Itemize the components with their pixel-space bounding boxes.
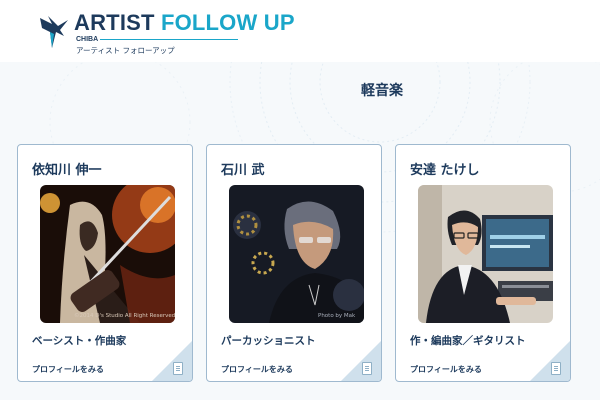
artist-photo[interactable] <box>418 185 553 323</box>
document-icon[interactable] <box>362 362 372 375</box>
category-heading: 軽音楽 <box>0 80 600 100</box>
document-icon[interactable] <box>173 362 183 375</box>
photo-credit: ©2014 D's Studio All Right Reserved <box>74 313 176 319</box>
logo-title[interactable]: ARTIST FOLLOW UP <box>74 10 295 36</box>
artist-role: ベーシスト・作曲家 <box>32 335 127 347</box>
category-label: 軽音楽 <box>361 83 403 99</box>
logo-title-accent: FOLLOW UP <box>160 10 295 35</box>
artist-card[interactable]: 依知川 伸一 ベーシスト・作曲家 プロフィールをみる <box>17 144 193 382</box>
artist-photo[interactable] <box>229 185 364 323</box>
view-profile-link[interactable]: プロフィールをみる <box>32 364 104 375</box>
artist-card[interactable]: 安達 たけし 作・編曲家／ギタリスト プロフィールをみる <box>395 144 571 382</box>
card-corner-decoration <box>152 341 192 381</box>
logo-bird-icon[interactable] <box>38 14 70 50</box>
artist-role: 作・編曲家／ギタリスト <box>410 335 526 347</box>
card-corner-decoration <box>341 341 381 381</box>
artist-name: 安達 たけし <box>410 163 480 178</box>
card-corner-decoration <box>530 341 570 381</box>
logo-subtitle-ja: アーティスト フォローアップ <box>76 46 175 55</box>
artist-name: 依知川 伸一 <box>32 163 102 178</box>
view-profile-link[interactable]: プロフィールをみる <box>221 364 293 375</box>
logo-divider <box>100 39 238 40</box>
artist-name: 石川 武 <box>221 163 265 178</box>
photo-credit: Photo by Mak <box>318 313 356 319</box>
artist-role: パーカッショニスト <box>221 335 316 347</box>
view-profile-link[interactable]: プロフィールをみる <box>410 364 482 375</box>
document-icon[interactable] <box>551 362 561 375</box>
artist-photo[interactable] <box>40 185 175 323</box>
site-header: ARTIST FOLLOW UP CHIBA アーティスト フォローアップ <box>0 0 600 62</box>
artist-card[interactable]: 石川 武 パーカッショニスト プロフィールをみる <box>206 144 382 382</box>
logo-title-main: ARTIST <box>74 10 161 35</box>
logo-region: CHIBA <box>76 36 99 43</box>
